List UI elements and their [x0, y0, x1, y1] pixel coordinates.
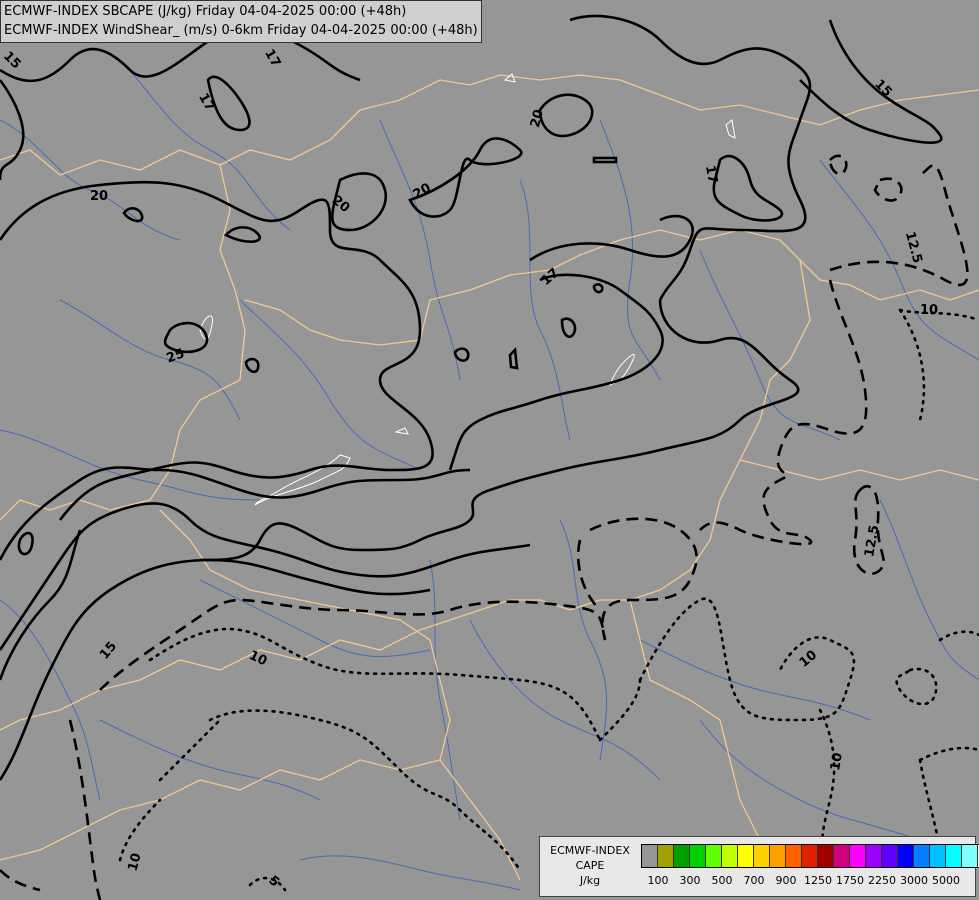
lakes	[199, 73, 736, 506]
title-line-windshear: ECMWF-INDEX WindShear_ (m/s) 0-6km Frida…	[4, 23, 478, 38]
contour-label: 15	[871, 77, 894, 100]
contour-label: 20	[90, 189, 108, 204]
contour-label: 17	[702, 164, 720, 184]
legend-tick-label: 700	[743, 874, 765, 887]
legend-swatch	[866, 845, 882, 867]
legend-swatch	[722, 845, 738, 867]
contour-label: 12.5	[862, 524, 882, 558]
contour-label: 15	[97, 639, 120, 663]
contour-label: 17	[261, 47, 283, 70]
legend-title-line: ECMWF-INDEX	[550, 844, 630, 857]
legend-swatch	[914, 845, 930, 867]
windshear-contours-dashed	[0, 154, 969, 900]
legend-swatch	[754, 845, 770, 867]
legend-swatch	[690, 845, 706, 867]
legend-swatch	[850, 845, 866, 867]
legend-swatch	[818, 845, 834, 867]
legend-tick-label: 2250	[868, 874, 896, 887]
legend-swatch	[882, 845, 898, 867]
map-title: ECMWF-INDEX SBCAPE (J/kg) Friday 04-04-2…	[0, 0, 482, 43]
legend-tick-label: 1250	[804, 874, 832, 887]
legend-tick-label: 300	[679, 874, 701, 887]
legend-swatch	[802, 845, 818, 867]
title-line-sbcape: ECMWF-INDEX SBCAPE (J/kg) Friday 04-04-2…	[4, 4, 407, 19]
legend-swatch	[658, 845, 674, 867]
legend-swatch	[898, 845, 914, 867]
cape-legend: ECMWF-INDEX CAPE J/kg 100 300 500 700 900 125…	[539, 836, 979, 897]
legend-swatch	[642, 845, 658, 867]
legend-tick-label: 1750	[836, 874, 864, 887]
legend-swatch	[946, 845, 962, 867]
contour-label: 10	[828, 752, 846, 772]
legend-swatch	[834, 845, 850, 867]
legend-swatch	[706, 845, 722, 867]
legend-swatch	[962, 845, 978, 867]
legend-swatch	[786, 845, 802, 867]
legend-tick-labels: 100 300 500 700 900 1250 1750 2250 3000 5000	[540, 874, 977, 888]
legend-tick-label: 900	[775, 874, 797, 887]
contour-label: 15	[0, 49, 23, 72]
contour-label: 17	[195, 91, 217, 114]
contour-label: 5	[265, 873, 282, 890]
legend-color-bar	[641, 844, 979, 868]
legend-title-line: CAPE	[575, 859, 605, 872]
windshear-contours-solid	[0, 14, 943, 781]
contour-label: 10	[920, 303, 938, 318]
legend-swatch	[674, 845, 690, 867]
contour-label: 17	[539, 266, 563, 289]
legend-tick-label: 5000	[932, 874, 960, 887]
legend-tick-label: 3000	[900, 874, 928, 887]
legend-tick-label: 500	[711, 874, 733, 887]
contour-label: 10	[126, 852, 145, 873]
contour-label: 12.5	[902, 230, 925, 265]
legend-swatch	[930, 845, 946, 867]
legend-tick-label: 100	[647, 874, 669, 887]
legend-swatch	[738, 845, 754, 867]
contour-label: 10	[797, 648, 821, 671]
legend-swatch	[770, 845, 786, 867]
weather-map: 15 17 17 20 20 20 20 25 17 15 17 12.5 10…	[0, 14, 979, 900]
